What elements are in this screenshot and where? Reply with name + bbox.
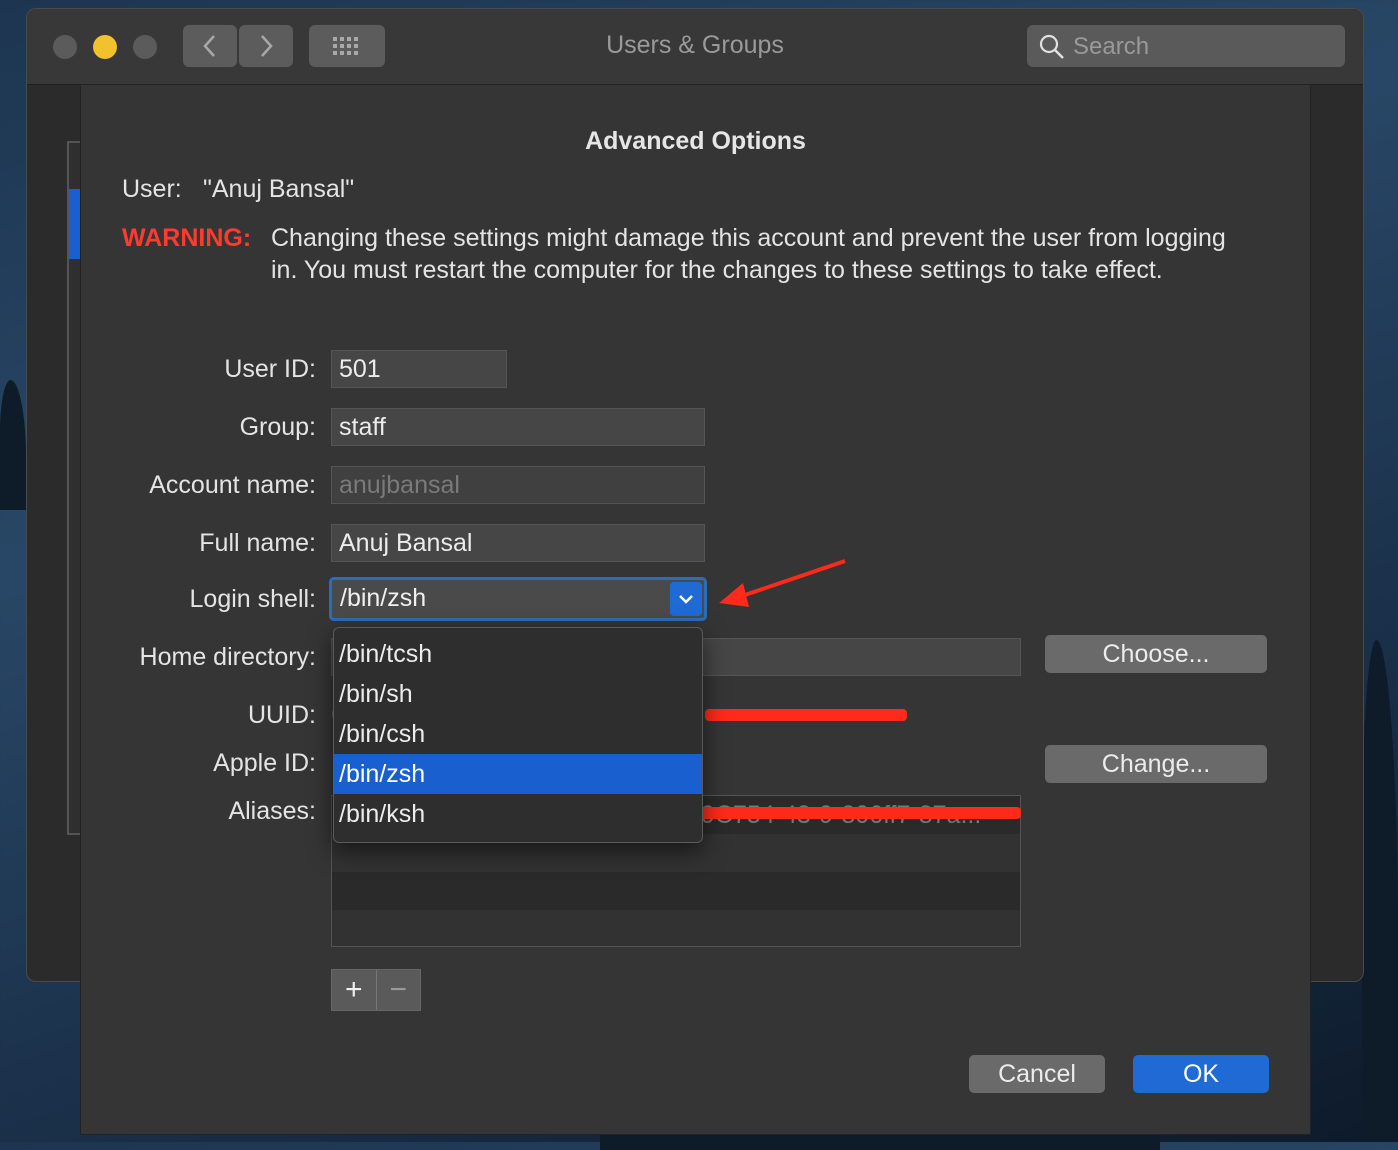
search-field[interactable]: Search xyxy=(1027,25,1345,67)
menu-item-sh[interactable]: /bin/sh xyxy=(334,674,702,714)
login-shell-label: Login shell: xyxy=(189,585,316,613)
alias-redaction xyxy=(697,807,1021,819)
home-directory-label: Home directory: xyxy=(139,643,316,671)
uuid-redaction xyxy=(705,709,907,721)
sheet-title: Advanced Options xyxy=(585,127,806,155)
apple-id-label: Apple ID: xyxy=(213,749,316,777)
choose-button[interactable]: Choose... xyxy=(1045,635,1267,673)
annotation-arrow xyxy=(719,559,846,607)
alias-add-remove: + − xyxy=(331,969,421,1011)
warning-text: Changing these settings might damage thi… xyxy=(271,224,1226,284)
add-alias-button[interactable]: + xyxy=(332,970,376,1010)
login-shell-menu: /bin/tcsh /bin/sh /bin/csh /bin/zsh /bin… xyxy=(333,627,703,843)
chevron-down-icon xyxy=(679,595,693,604)
list-item[interactable] xyxy=(332,872,1020,910)
ok-button[interactable]: OK xyxy=(1133,1055,1269,1093)
user-value: "Anuj Bansal" xyxy=(203,175,355,203)
full-name-label: Full name: xyxy=(199,529,316,557)
titlebar: Users & Groups Search xyxy=(27,9,1363,85)
background-rock xyxy=(0,380,26,510)
search-icon xyxy=(1039,34,1064,59)
account-name-field: anujbansal xyxy=(331,466,705,504)
search-placeholder: Search xyxy=(1073,33,1150,60)
login-shell-value: /bin/zsh xyxy=(340,584,427,612)
list-item[interactable] xyxy=(332,910,1020,946)
aliases-label: Aliases: xyxy=(228,797,316,825)
popup-arrow[interactable] xyxy=(670,582,702,616)
menu-item-csh[interactable]: /bin/csh xyxy=(334,714,702,754)
user-id-field[interactable]: 501 xyxy=(331,350,507,388)
full-name-field[interactable]: Anuj Bansal xyxy=(331,524,705,562)
account-name-label: Account name: xyxy=(149,471,316,499)
menu-item-ksh[interactable]: /bin/ksh xyxy=(334,794,702,834)
menu-item-tcsh[interactable]: /bin/tcsh xyxy=(334,634,702,674)
login-shell-popup[interactable]: /bin/zsh xyxy=(329,577,707,621)
user-id-label: User ID: xyxy=(224,355,316,383)
uuid-label: UUID: xyxy=(247,701,316,729)
remove-alias-button[interactable]: − xyxy=(375,970,421,1010)
group-field[interactable]: staff xyxy=(331,408,705,446)
menu-item-zsh[interactable]: /bin/zsh xyxy=(334,754,702,794)
group-label: Group: xyxy=(239,413,316,441)
background-rock xyxy=(1362,640,1398,1140)
user-label: User: xyxy=(122,175,182,203)
warning-label: WARNING: xyxy=(122,224,252,252)
cancel-button[interactable]: Cancel xyxy=(969,1055,1105,1093)
advanced-options-sheet: Advanced Options User: "Anuj Bansal" WAR… xyxy=(80,84,1311,1135)
change-button[interactable]: Change... xyxy=(1045,745,1267,783)
